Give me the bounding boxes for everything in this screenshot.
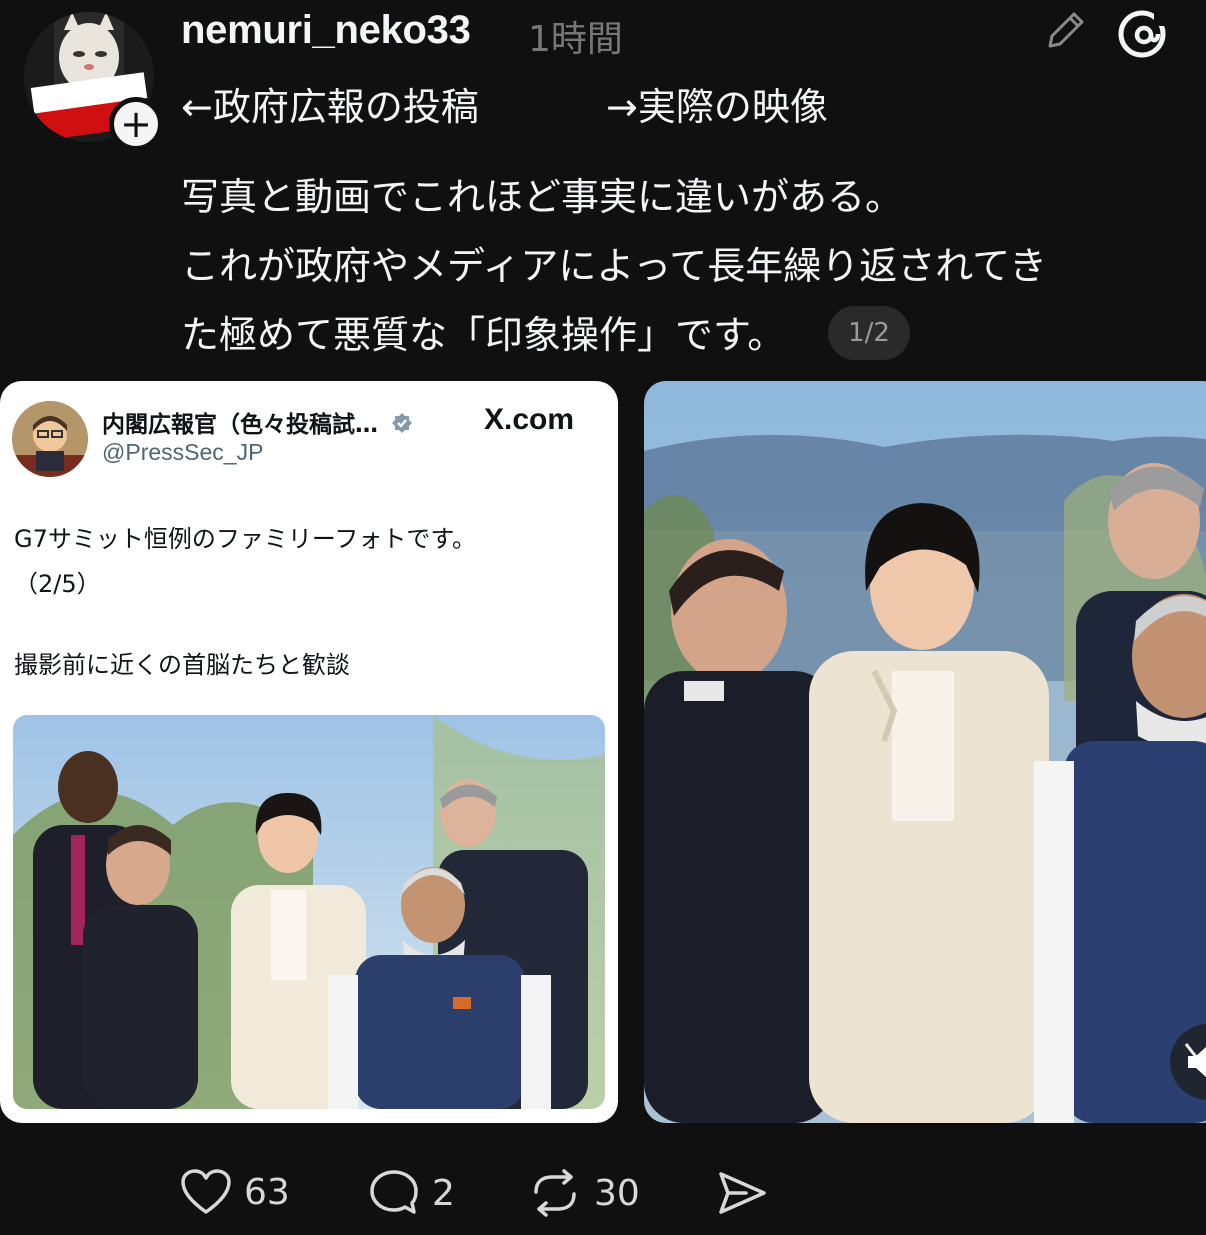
media-page-indicator: 1/2 [828,306,910,360]
embed-text-line-2: （2/5） [14,570,101,598]
send-icon [719,1172,766,1214]
like-button[interactable]: 63 [180,1168,290,1216]
like-count: 63 [244,1171,290,1213]
embed-handle[interactable]: @PressSec_JP [102,439,263,466]
embed-family-photo[interactable] [13,715,605,1109]
post-body-line-2: これが政府やメディアによって長年繰り返されてき [181,244,1048,288]
post-timestamp: 1時間 [528,19,623,60]
mute-toggle-button[interactable] [1170,1024,1206,1100]
embed-display-name-text: 内閣広報官（色々投稿試… [102,412,378,438]
label-government-post: ←政府広報の投稿 [181,85,479,129]
author-username[interactable]: nemuri_neko33 [181,8,471,53]
pencil-icon[interactable] [1042,6,1090,58]
post-body-line-1: 写真と動画でこれほど事実に違いがある。 [181,175,904,219]
reply-button[interactable]: 2 [368,1168,455,1218]
muted-speaker-icon [1184,1043,1206,1077]
video-frame [644,381,1206,1123]
embed-text-line-3: 撮影前に近くの首脳たちと歓談 [14,651,350,679]
follow-plus-button[interactable]: + [109,97,163,151]
post-body-line-3: た極めて悪質な「印象操作」です。 [181,313,786,357]
embedded-x-post-card[interactable]: 内閣広報官（色々投稿試… @PressSec_JP X.com G7サミット恒例… [0,381,618,1123]
embed-author-avatar [12,401,88,477]
share-button[interactable] [716,1168,768,1218]
embed-site-label: X.com [484,403,575,436]
comment-icon [370,1170,418,1214]
repost-icon [534,1169,576,1217]
label-actual-footage: →実際の映像 [606,85,828,129]
verified-badge-icon [392,413,413,433]
threads-icon[interactable] [1114,6,1170,66]
video-player[interactable] [644,381,1206,1123]
repost-count: 30 [594,1172,640,1214]
heart-icon [181,1169,231,1214]
embed-text-line-1: G7サミット恒例のファミリーフォトです。 [14,525,477,553]
embed-display-name[interactable]: 内閣広報官（色々投稿試… [102,405,414,439]
reply-count: 2 [432,1172,455,1214]
repost-button[interactable]: 30 [528,1168,640,1218]
